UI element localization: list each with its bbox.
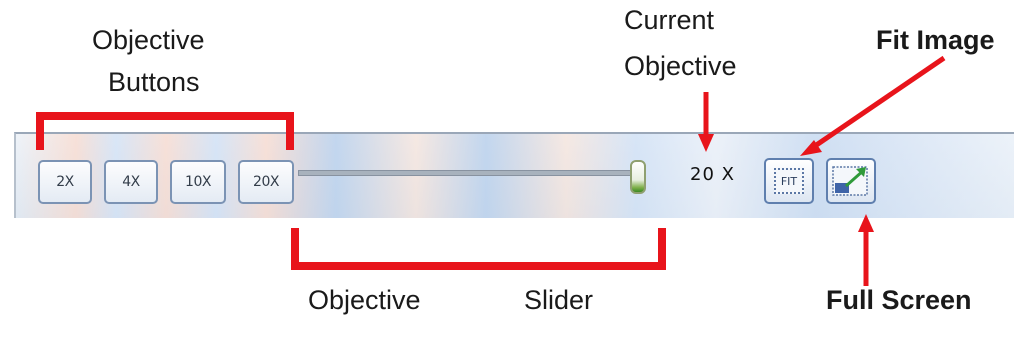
fit-image-button[interactable]: FIT <box>764 158 814 204</box>
fit-image-icon-text: FIT <box>780 174 798 188</box>
annotation-full-screen: Full Screen <box>826 285 972 315</box>
objective-slider-bracket <box>291 228 666 270</box>
annotation-objective-buttons-line1: Objective <box>92 25 205 55</box>
objective-slider-thumb[interactable] <box>630 160 646 194</box>
objective-10x-button[interactable]: 10X <box>170 160 226 204</box>
objective-2x-button[interactable]: 2X <box>38 160 92 204</box>
annotation-objective-slider-right: Slider <box>524 285 594 315</box>
annotation-objective-slider-left: Objective <box>308 285 421 315</box>
annotation-objective-buttons-line2: Buttons <box>108 67 200 97</box>
full-screen-button[interactable] <box>826 158 876 204</box>
annotation-current-objective-line1: Current <box>624 5 715 35</box>
fit-image-icon: FIT <box>774 168 804 194</box>
current-objective-readout: 20 X <box>690 164 735 185</box>
full-screen-icon <box>832 166 868 196</box>
annotation-current-objective-line2: Objective <box>624 51 737 81</box>
objective-slider-track[interactable] <box>298 170 642 176</box>
objective-20x-button[interactable]: 20X <box>238 160 294 204</box>
objective-4x-button[interactable]: 4X <box>104 160 158 204</box>
annotation-fit-image: Fit Image <box>876 25 995 55</box>
